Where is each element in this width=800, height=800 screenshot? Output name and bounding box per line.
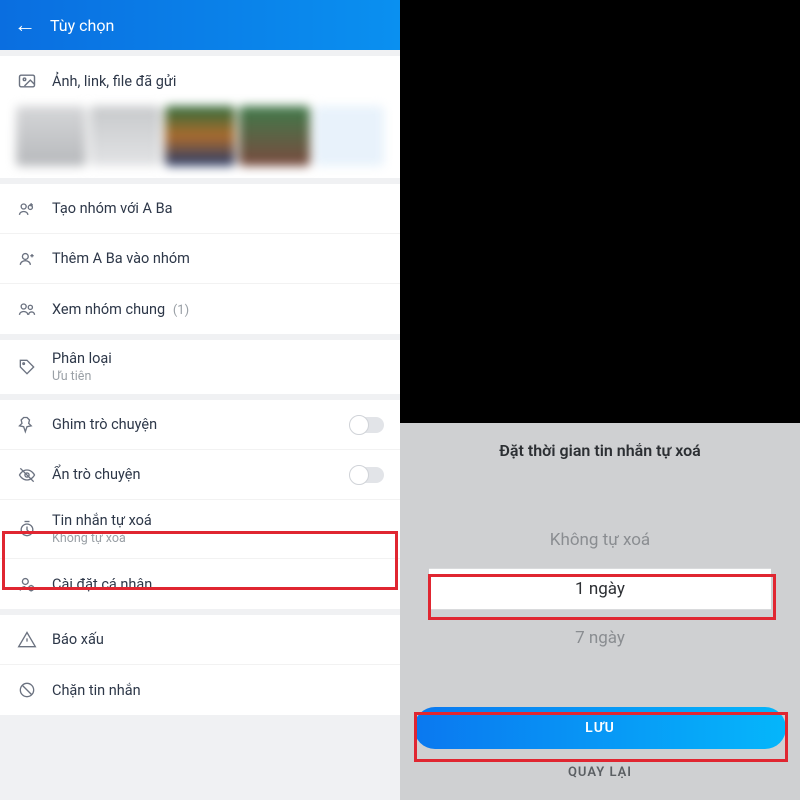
timer-icon (16, 518, 38, 540)
header-bar: ← Tùy chọn (0, 0, 400, 50)
personal-label: Cài đặt cá nhân (52, 576, 384, 593)
option-7day[interactable]: 7 ngày (575, 628, 625, 648)
pin-icon (16, 414, 38, 436)
modal-screen: Đặt thời gian tin nhắn tự xoá Không tự x… (400, 0, 800, 800)
personal-row[interactable]: Cài đặt cá nhân (0, 559, 400, 609)
group-icon (16, 298, 38, 320)
hide-toggle[interactable] (350, 467, 384, 483)
save-button[interactable]: LƯU (414, 707, 786, 749)
view-shared-row[interactable]: Xem nhóm chung (1) (0, 284, 400, 334)
page-title: Tùy chọn (50, 16, 114, 35)
image-icon (16, 70, 38, 92)
block-row[interactable]: Chặn tin nhắn (0, 665, 400, 715)
eye-off-icon (16, 464, 38, 486)
option-1day[interactable]: 1 ngày (429, 568, 771, 610)
person-settings-icon (16, 573, 38, 595)
person-add-icon (16, 248, 38, 270)
classify-value: Ưu tiên (52, 369, 384, 384)
auto-delete-label: Tin nhắn tự xoá (52, 512, 384, 529)
group-add-icon (16, 198, 38, 220)
pin-row[interactable]: Ghim trò chuyện (0, 400, 400, 450)
sent-files-row[interactable]: Ảnh, link, file đã gửi (0, 56, 400, 106)
option-none[interactable]: Không tự xoá (550, 530, 650, 550)
modal-title: Đặt thời gian tin nhắn tự xoá (414, 441, 786, 460)
report-label: Báo xấu (52, 631, 384, 648)
view-shared-label: Xem nhóm chung (1) (52, 301, 384, 318)
report-row[interactable]: Báo xấu (0, 615, 400, 665)
time-picker-modal: Đặt thời gian tin nhắn tự xoá Không tự x… (400, 423, 800, 800)
auto-delete-row[interactable]: Tin nhắn tự xoá Không tự xoá (0, 500, 400, 559)
add-to-group-label: Thêm A Ba vào nhóm (52, 250, 384, 267)
warning-icon (16, 629, 38, 651)
cancel-button[interactable]: QUAY LẠI (414, 759, 786, 786)
auto-delete-value: Không tự xoá (52, 531, 384, 546)
options-screen: ← Tùy chọn Ảnh, link, file đã gửi Tạo nh… (0, 0, 400, 800)
time-picker[interactable]: Không tự xoá 1 ngày 7 ngày (414, 480, 786, 697)
back-arrow-icon[interactable]: ← (14, 12, 36, 38)
create-group-label: Tạo nhóm với A Ba (52, 200, 384, 217)
block-icon (16, 679, 38, 701)
tag-icon (16, 356, 38, 378)
hide-label: Ẩn trò chuyện (52, 466, 350, 483)
sent-files-label: Ảnh, link, file đã gửi (52, 73, 384, 90)
classify-row[interactable]: Phân loại Ưu tiên (0, 340, 400, 394)
pin-toggle[interactable] (350, 417, 384, 433)
shared-count: (1) (173, 303, 189, 318)
add-to-group-row[interactable]: Thêm A Ba vào nhóm (0, 234, 400, 284)
block-label: Chặn tin nhắn (52, 682, 384, 699)
pin-label: Ghim trò chuyện (52, 416, 350, 433)
hide-row[interactable]: Ẩn trò chuyện (0, 450, 400, 500)
media-thumbnails[interactable] (0, 106, 400, 178)
classify-label: Phân loại (52, 350, 384, 367)
create-group-row[interactable]: Tạo nhóm với A Ba (0, 184, 400, 234)
